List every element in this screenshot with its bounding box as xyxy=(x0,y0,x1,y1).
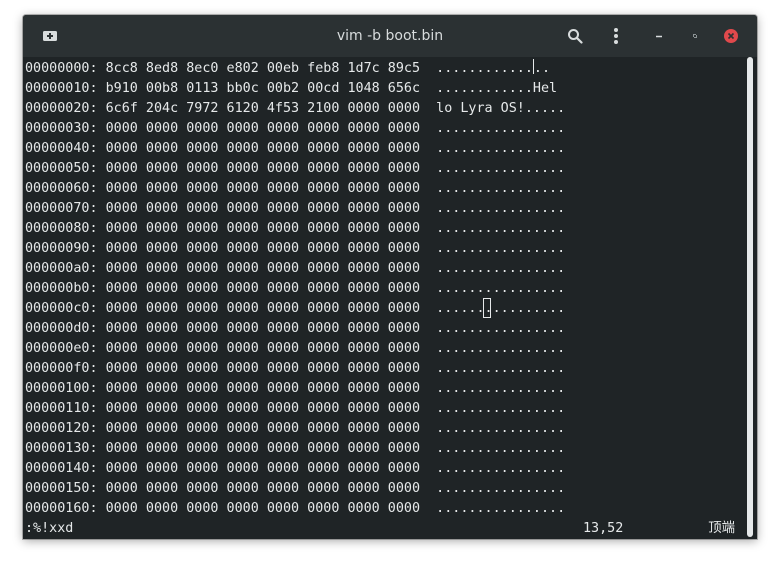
hex-line: 00000010: b910 00b8 0113 bb0c 00b2 00cd … xyxy=(25,81,558,96)
scrollbar-thumb[interactable] xyxy=(747,57,753,537)
hex-line: 000000a0: 0000 0000 0000 0000 0000 0000 … xyxy=(25,261,566,276)
maximize-button[interactable] xyxy=(685,26,705,46)
close-icon xyxy=(727,32,735,40)
hex-line: 00000050: 0000 0000 0000 0000 0000 0000 … xyxy=(25,161,566,176)
new-tab-icon xyxy=(43,31,57,41)
hex-line: 000000f0: 0000 0000 0000 0000 0000 0000 … xyxy=(25,361,566,376)
hex-line: 00000020: 6c6f 204c 7972 6120 4f53 2100 … xyxy=(25,101,566,116)
search-icon xyxy=(568,29,583,44)
close-button[interactable] xyxy=(721,26,741,46)
hex-line: 00000070: 0000 0000 0000 0000 0000 0000 … xyxy=(25,201,566,216)
hex-line-tail: .. xyxy=(533,61,551,76)
hex-line: 00000040: 0000 0000 0000 0000 0000 0000 … xyxy=(25,141,566,156)
hex-line: 000000e0: 0000 0000 0000 0000 0000 0000 … xyxy=(25,341,566,356)
minimize-button[interactable] xyxy=(649,26,669,46)
kebab-menu-icon xyxy=(614,28,618,44)
buffer-location: 顶端 xyxy=(708,521,735,536)
hex-line: 00000030: 0000 0000 0000 0000 0000 0000 … xyxy=(25,121,566,136)
hex-line: 00000120: 0000 0000 0000 0000 0000 0000 … xyxy=(25,421,566,436)
terminal-window: vim -b boot.bin 00000000: 8cc8 8ed8 8ec0… xyxy=(23,15,757,539)
hex-line: 00000110: 0000 0000 0000 0000 0000 0000 … xyxy=(25,401,566,416)
title-bar[interactable]: vim -b boot.bin xyxy=(23,15,757,57)
hex-line: 00000000: 8cc8 8ed8 8ec0 e802 00eb feb8 … xyxy=(25,59,550,79)
hex-line: 00000160: 0000 0000 0000 0000 0000 0000 … xyxy=(25,501,566,516)
terminal-content[interactable]: 00000000: 8cc8 8ed8 8ec0 e802 00eb feb8 … xyxy=(23,57,743,539)
hex-line: 00000140: 0000 0000 0000 0000 0000 0000 … xyxy=(25,461,566,476)
hex-line: 000000b0: 0000 0000 0000 0000 0000 0000 … xyxy=(25,281,566,296)
cursor-position: 13,52 xyxy=(583,521,624,536)
vertical-scrollbar[interactable] xyxy=(743,57,757,539)
window-title: vim -b boot.bin xyxy=(336,28,444,44)
block-cursor xyxy=(483,298,491,318)
vim-statusline: :%!xxd 13,52 顶端 xyxy=(25,519,741,539)
hex-line: 00000080: 0000 0000 0000 0000 0000 0000 … xyxy=(25,221,566,236)
hex-line-text: 00000000: 8cc8 8ed8 8ec0 e802 00eb feb8 … xyxy=(25,61,533,76)
search-button[interactable] xyxy=(565,26,585,46)
hex-line: 00000100: 0000 0000 0000 0000 0000 0000 … xyxy=(25,381,566,396)
command-line: :%!xxd xyxy=(25,521,74,536)
new-tab-button[interactable] xyxy=(40,26,60,46)
hex-line: 000000d0: 0000 0000 0000 0000 0000 0000 … xyxy=(25,321,566,336)
hex-line: 00000090: 0000 0000 0000 0000 0000 0000 … xyxy=(25,241,566,256)
hex-line: 00000060: 0000 0000 0000 0000 0000 0000 … xyxy=(25,181,566,196)
menu-button[interactable] xyxy=(606,26,626,46)
maximize-icon xyxy=(693,34,697,38)
hex-line: 00000130: 0000 0000 0000 0000 0000 0000 … xyxy=(25,441,566,456)
hex-line: 00000150: 0000 0000 0000 0000 0000 0000 … xyxy=(25,481,566,496)
minimize-icon xyxy=(656,35,662,38)
